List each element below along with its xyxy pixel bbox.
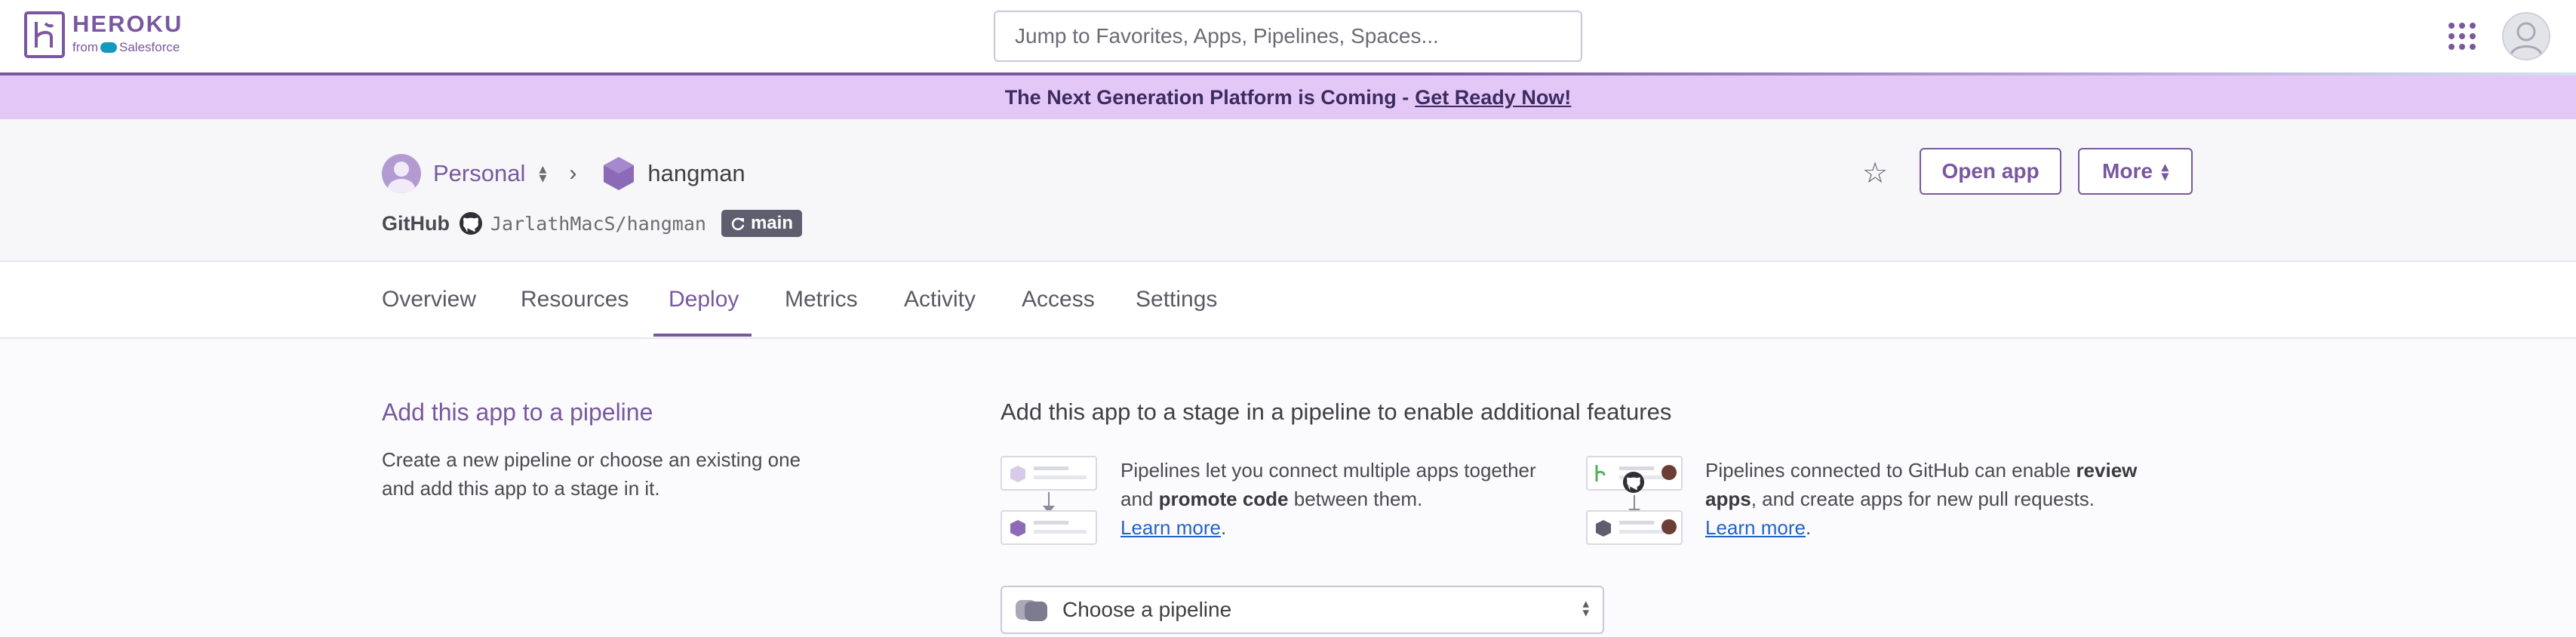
tab-settings[interactable]: Settings: [1136, 262, 1217, 337]
feature1-text-end: between them.: [1288, 488, 1423, 510]
salesforce-cloud-icon: [100, 42, 117, 53]
choose-pipeline-select[interactable]: Choose a pipeline ▴ ▾: [1001, 586, 1604, 634]
arrow-down-icon: [1628, 495, 1640, 516]
banner-text: The Next Generation Platform is Coming -: [1004, 85, 1409, 109]
repo-link[interactable]: JarlathMacS/hangman: [490, 213, 706, 235]
connected-repo: GitHub JarlathMacS/hangman main: [382, 208, 802, 238]
announcement-banner: The Next Generation Platform is Coming -…: [0, 75, 2576, 119]
learn-more-link[interactable]: Learn more: [1705, 516, 1806, 539]
more-button[interactable]: More ▴ ▾: [2078, 148, 2193, 195]
stage-heading: Add this app to a stage in a pipeline to…: [1001, 399, 1672, 425]
chevron-updown-icon: ▴ ▾: [2161, 159, 2169, 183]
tab-deploy[interactable]: Deploy: [669, 262, 739, 337]
period: .: [1220, 516, 1227, 539]
choose-pipeline-label: Choose a pipeline: [1062, 598, 1232, 621]
github-icon: [1622, 471, 1645, 494]
section-description: Create a new pipeline or choose an exist…: [382, 448, 801, 500]
tab-activity[interactable]: Activity: [904, 262, 976, 337]
repo-source: GitHub: [382, 211, 450, 235]
heroku-logo[interactable]: HEROKU from Salesforce: [24, 11, 183, 58]
active-tab-indicator: [653, 334, 752, 337]
open-app-button[interactable]: Open app: [1920, 148, 2061, 195]
period: .: [1805, 516, 1812, 539]
feature2-text: Pipelines connected to GitHub can enable: [1705, 459, 2076, 482]
branch-badge: main: [721, 210, 802, 237]
pipeline-card-upper: [1001, 456, 1097, 491]
heroku-logo-icon: [24, 11, 65, 58]
banner-link[interactable]: Get Ready Now!: [1415, 86, 1571, 109]
brand-subtitle: from Salesforce: [72, 40, 183, 55]
apps-grid-icon[interactable]: [2448, 23, 2476, 50]
feature2-text-end: , and create apps for new pull requests.: [1751, 488, 2095, 510]
brand-sub-prefix: from: [72, 40, 98, 54]
top-navigation: HEROKU from Salesforce: [0, 0, 2576, 72]
breadcrumb: Personal ▴ ▾ › hangman: [382, 152, 745, 195]
chevron-right-icon: ›: [569, 161, 577, 186]
user-avatar-icon[interactable]: [2502, 12, 2550, 60]
tab-access[interactable]: Access: [1022, 262, 1095, 337]
chevron-updown-icon: ▴ ▾: [1582, 596, 1589, 620]
jump-search-input[interactable]: [994, 11, 1582, 62]
brand-name: HEROKU: [72, 11, 183, 37]
chevron-updown-icon[interactable]: ▴ ▾: [539, 162, 546, 186]
tab-metrics[interactable]: Metrics: [785, 262, 858, 337]
owner-switcher[interactable]: Personal: [433, 160, 525, 187]
feature1-bold: promote code: [1158, 488, 1289, 510]
app-hexagon-icon: [604, 157, 635, 190]
review-app-card: [1586, 510, 1683, 545]
review-apps-text: Pipelines connected to GitHub can enable…: [1705, 456, 2158, 542]
promote-code-text: Pipelines let you connect multiple apps …: [1120, 456, 1543, 542]
branch-name: main: [750, 213, 793, 233]
section-title: Add this app to a pipeline: [382, 399, 653, 426]
star-icon[interactable]: ☆: [1862, 156, 1888, 190]
more-button-label: More: [2102, 159, 2153, 183]
brand-sub-name: Salesforce: [119, 40, 180, 54]
github-icon: [459, 212, 482, 235]
pipeline-icon: [1016, 600, 1047, 621]
learn-more-link[interactable]: Learn more: [1120, 516, 1221, 539]
pipeline-card-lower: [1001, 510, 1097, 545]
owner-avatar-icon: [382, 154, 421, 193]
sync-icon: [731, 217, 745, 230]
app-name: hangman: [647, 160, 745, 186]
tab-resources[interactable]: Resources: [521, 262, 629, 337]
tab-overview[interactable]: Overview: [382, 262, 476, 337]
app-tabs: Overview Resources Deploy Metrics Activi…: [0, 262, 2576, 339]
arrow-down-icon: [1043, 492, 1055, 513]
